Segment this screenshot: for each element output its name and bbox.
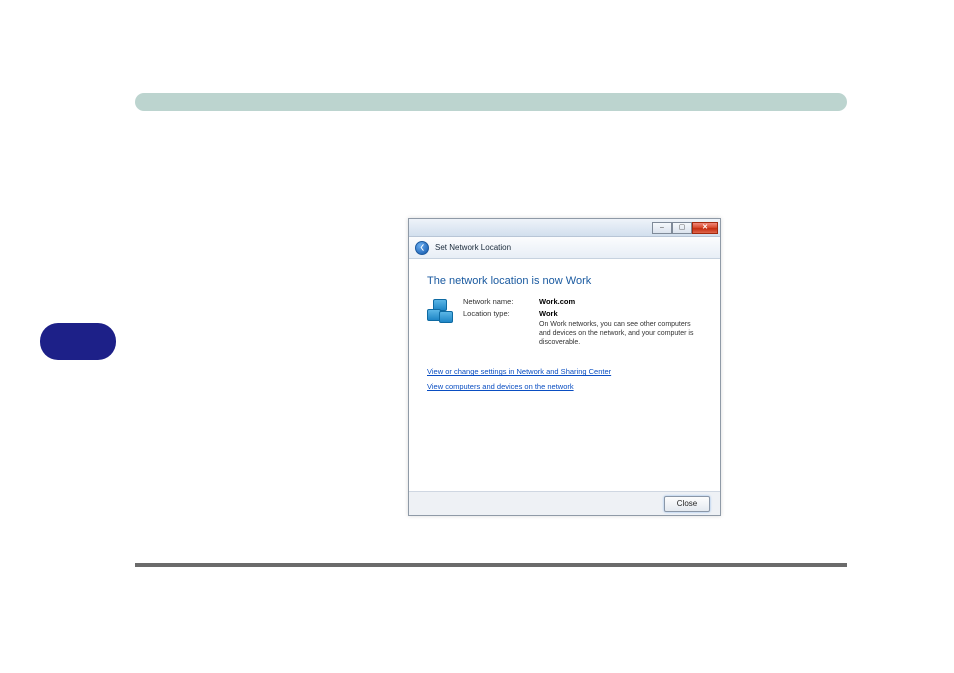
view-devices-link[interactable]: View computers and devices on the networ…	[427, 382, 702, 391]
minimize-icon: –	[660, 224, 664, 231]
back-arrow-icon	[419, 244, 426, 251]
dialog-title: Set Network Location	[435, 243, 511, 252]
dialog-footer: Close	[409, 491, 720, 515]
location-type-label: Location type:	[463, 309, 533, 318]
network-icon	[427, 299, 453, 325]
network-info-grid: Network name: Work.com Location type: Wo…	[463, 297, 702, 347]
side-pill	[40, 323, 116, 360]
network-description: On Work networks, you can see other comp…	[539, 321, 702, 347]
close-button[interactable]: Close	[664, 496, 710, 512]
network-name-value: Work.com	[539, 297, 702, 306]
dialog-content: The network location is now Work Network…	[409, 259, 720, 491]
network-name-label: Network name:	[463, 297, 533, 306]
dialog-subheader: Set Network Location	[409, 237, 720, 259]
network-info-row: Network name: Work.com Location type: Wo…	[427, 297, 702, 347]
network-sharing-center-link[interactable]: View or change settings in Network and S…	[427, 367, 702, 376]
window-controls: – ▢ ✕	[652, 222, 718, 234]
page-divider	[135, 563, 847, 567]
location-type-value: Work	[539, 309, 702, 318]
close-icon: ✕	[702, 224, 708, 231]
window-close-button[interactable]: ✕	[692, 222, 718, 234]
content-heading: The network location is now Work	[427, 275, 702, 287]
minimize-button[interactable]: –	[652, 222, 672, 234]
window-titlebar: – ▢ ✕	[409, 219, 720, 237]
maximize-button[interactable]: ▢	[672, 222, 692, 234]
back-button[interactable]	[415, 241, 429, 255]
set-network-location-dialog: – ▢ ✕ Set Network Location The network l…	[408, 218, 721, 516]
maximize-icon: ▢	[679, 224, 686, 231]
dialog-links: View or change settings in Network and S…	[427, 367, 702, 391]
page-header-bar	[135, 93, 847, 111]
